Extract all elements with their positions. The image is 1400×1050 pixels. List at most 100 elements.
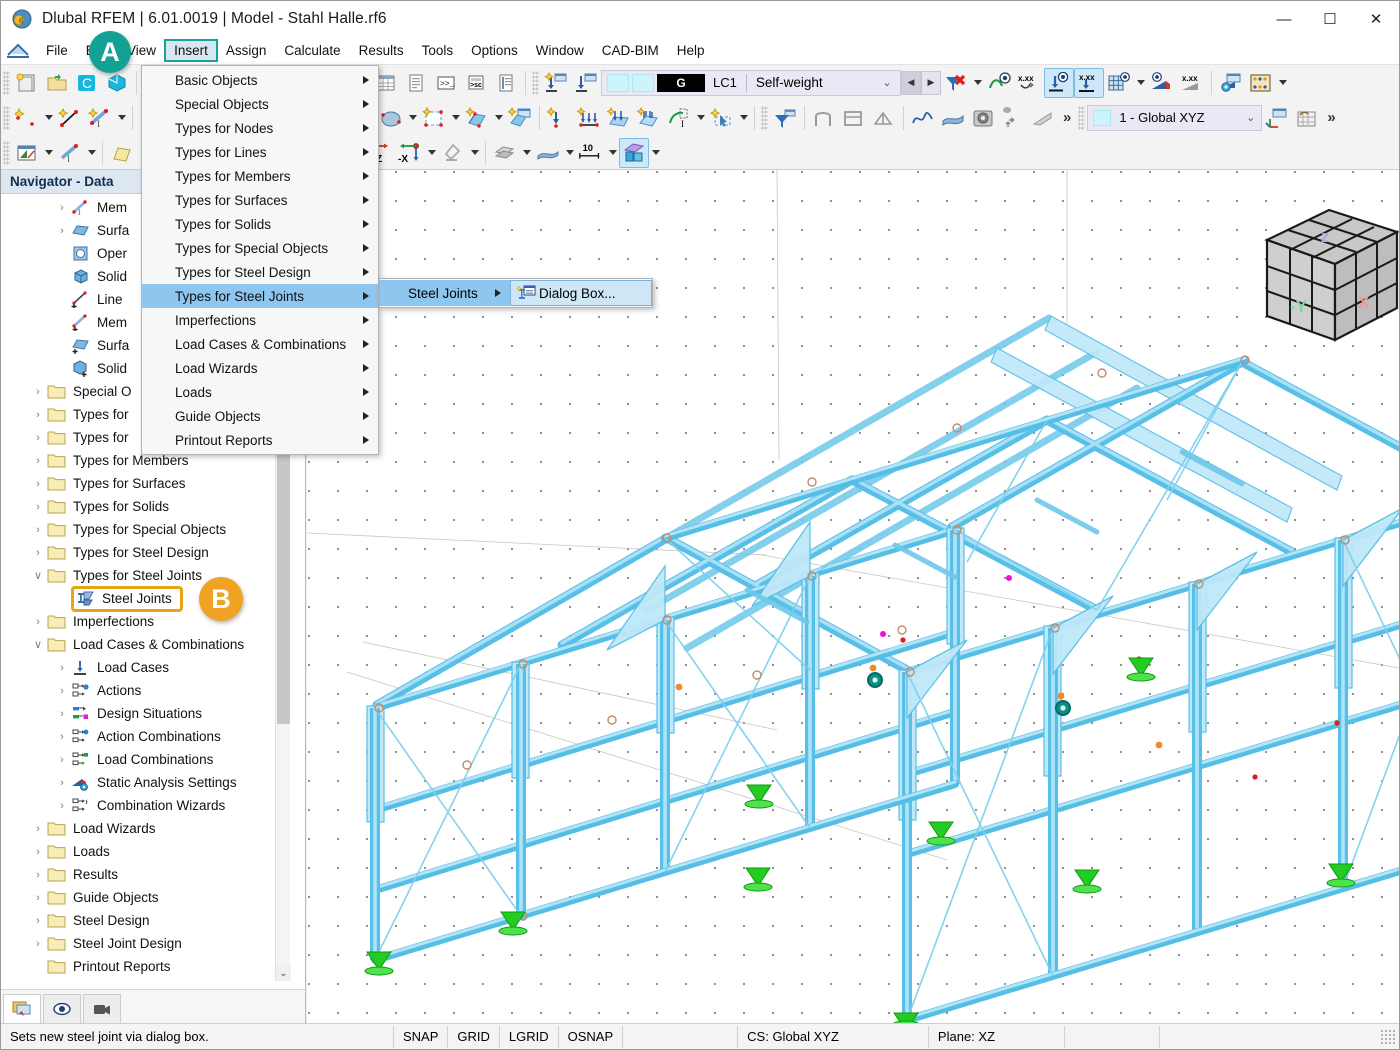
show-deformation-icon[interactable]: [984, 68, 1014, 98]
chevron-down-icon[interactable]: [563, 138, 576, 168]
surface-load-icon[interactable]: [604, 103, 634, 133]
chevron-down-icon[interactable]: [468, 138, 481, 168]
new-boundary-icon[interactable]: [419, 103, 449, 133]
chevron-down-icon[interactable]: ⌄: [1246, 111, 1259, 124]
member-hinge-icon[interactable]: I: [664, 103, 694, 133]
tree-item-actions[interactable]: › Actions: [1, 679, 291, 702]
toolbar-grip[interactable]: [3, 140, 10, 165]
insert-menu-item-load-wizards[interactable]: Load Wizards: [142, 356, 378, 380]
section-editor-icon[interactable]: [12, 138, 42, 168]
select-objects-icon[interactable]: [707, 103, 737, 133]
chevron-right-icon[interactable]: ›: [29, 616, 47, 628]
arch-frame-icon[interactable]: [809, 103, 839, 133]
menu-file[interactable]: File: [37, 40, 77, 61]
chevron-down-icon[interactable]: [971, 68, 984, 98]
toolbar-grip[interactable]: [1078, 105, 1086, 130]
render-solid-icon[interactable]: [490, 138, 520, 168]
new-object-dialog-icon[interactable]: [505, 103, 535, 133]
tree-item-guide-objects[interactable]: › Guide Objects: [1, 886, 291, 909]
insert-menu-item-types-for-nodes[interactable]: Types for Nodes: [142, 116, 378, 140]
tree-item-types-for-steel-design[interactable]: › Types for Steel Design: [1, 541, 291, 564]
load-case-prev-button[interactable]: ◀: [901, 70, 921, 95]
camera-view-icon[interactable]: [968, 103, 998, 133]
navigator-data-tab[interactable]: [3, 993, 41, 1024]
cloud-connect-icon[interactable]: C: [72, 68, 102, 98]
material-icon[interactable]: [107, 138, 137, 168]
maximize-button[interactable]: ☐: [1307, 1, 1353, 37]
chevron-right-icon[interactable]: ›: [29, 501, 47, 513]
new-model-icon[interactable]: [12, 68, 42, 98]
navigator-views-tab[interactable]: [83, 993, 121, 1024]
tree-item-types-for-surfaces[interactable]: › Types for Surfaces: [1, 472, 291, 495]
tree-item-action-combinations[interactable]: › Action Combinations: [1, 725, 291, 748]
chevron-right-icon[interactable]: ›: [53, 754, 71, 766]
chevron-down-icon[interactable]: [115, 103, 128, 133]
tree-item-static-analysis-settings[interactable]: › Static Analysis Settings: [1, 771, 291, 794]
chevron-right-icon[interactable]: ›: [53, 225, 71, 237]
new-member-icon[interactable]: I: [85, 103, 115, 133]
zoom-detail-icon[interactable]: [438, 138, 468, 168]
chevron-down-icon[interactable]: [694, 103, 707, 133]
tree-item-load-combinations[interactable]: › Load Combinations: [1, 748, 291, 771]
tree-item-loads[interactable]: › Loads: [1, 840, 291, 863]
tree-item-results[interactable]: › Results: [1, 863, 291, 886]
toolbar-grip[interactable]: [761, 105, 768, 130]
navigator-display-tab[interactable]: [43, 993, 81, 1024]
menu-results[interactable]: Results: [350, 40, 413, 61]
chevron-down-icon[interactable]: [1276, 68, 1289, 98]
chevron-down-icon[interactable]: [42, 138, 55, 168]
calculator-icon[interactable]: [1246, 68, 1276, 98]
show-loads-icon[interactable]: [1044, 67, 1074, 98]
chevron-right-icon[interactable]: ›: [29, 547, 47, 559]
tree-item-imperfections[interactable]: › Imperfections: [1, 610, 291, 633]
steel-joints-submenu[interactable]: Steel Joints Dialog Box...: [379, 278, 653, 308]
member-section-icon[interactable]: I: [55, 138, 85, 168]
tree-item-types-for-solids[interactable]: › Types for Solids: [1, 495, 291, 518]
open-folder-icon[interactable]: [42, 68, 72, 98]
menu-options[interactable]: Options: [462, 40, 527, 61]
numeric-values-icon[interactable]: x.xx: [1014, 68, 1044, 98]
insert-menu-item-types-for-solids[interactable]: Types for Solids: [142, 212, 378, 236]
chevron-down-icon[interactable]: [492, 103, 505, 133]
list-view-icon[interactable]: [401, 68, 431, 98]
toolbar-overflow-button[interactable]: »: [1058, 109, 1076, 126]
insert-menu-item-basic-objects[interactable]: Basic Objects: [142, 68, 378, 92]
console-icon[interactable]: >>_: [431, 68, 461, 98]
load-case-selector[interactable]: G LC1 Self-weight ⌄: [601, 69, 901, 96]
menu-calculate[interactable]: Calculate: [275, 40, 349, 61]
new-opening-icon[interactable]: [376, 103, 406, 133]
show-grid-icon[interactable]: [1104, 68, 1134, 98]
toolbar-overflow-button-2[interactable]: »: [1322, 109, 1340, 126]
menu-window[interactable]: Window: [527, 40, 593, 61]
chevron-down-icon[interactable]: [737, 103, 750, 133]
chevron-right-icon[interactable]: ›: [29, 846, 47, 858]
menu-tools[interactable]: Tools: [413, 40, 463, 61]
diagram-values-icon[interactable]: x.xx: [1177, 68, 1207, 98]
chevron-right-icon[interactable]: ›: [53, 685, 71, 697]
status-toggle-snap[interactable]: SNAP: [393, 1025, 449, 1048]
submenu-parent-steel-joints[interactable]: Steel Joints: [380, 280, 510, 306]
chevron-right-icon[interactable]: ›: [29, 869, 47, 881]
delete-results-icon[interactable]: [941, 68, 971, 98]
chevron-down-icon[interactable]: ⌄: [876, 76, 898, 89]
script-icon[interactable]: >sc: [461, 68, 491, 98]
insert-menu-item-types-for-steel-joints[interactable]: Types for Steel Joints: [142, 284, 378, 308]
display-style-icon[interactable]: [619, 137, 649, 168]
menu-insert[interactable]: Insert: [164, 39, 218, 62]
chevron-down-icon[interactable]: [406, 103, 419, 133]
filter-icon[interactable]: [770, 103, 800, 133]
tree-item-design-situations[interactable]: › Design Situations: [1, 702, 291, 725]
menu-assign[interactable]: Assign: [217, 40, 276, 61]
chevron-down-icon[interactable]: [1134, 68, 1147, 98]
close-button[interactable]: ✕: [1353, 1, 1399, 37]
tree-item-printout-reports[interactable]: Printout Reports: [1, 955, 291, 978]
chevron-down-icon[interactable]: [42, 103, 55, 133]
minimize-button[interactable]: —: [1261, 1, 1307, 37]
surface-tool-icon[interactable]: [938, 103, 968, 133]
new-node-icon[interactable]: [12, 103, 42, 133]
chevron-right-icon[interactable]: ›: [53, 777, 71, 789]
status-toggle-lgrid[interactable]: LGRID: [498, 1025, 559, 1048]
new-line-icon[interactable]: [55, 103, 85, 133]
chevron-right-icon[interactable]: ›: [53, 202, 71, 214]
new-load-case-icon[interactable]: [541, 68, 571, 98]
